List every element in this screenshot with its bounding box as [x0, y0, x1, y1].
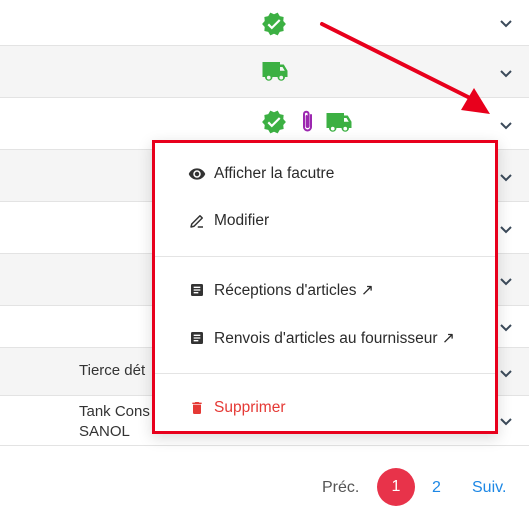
menu-item-label: Renvois d'articles au fournisseur ↗: [214, 329, 455, 347]
expand-row-chevron-icon[interactable]: [497, 116, 515, 134]
menu-item-supplier-returns[interactable]: Renvois d'articles au fournisseur ↗: [188, 323, 485, 353]
pagination: Préc. 1 2 Suiv.: [0, 468, 529, 506]
table-row: [0, 0, 529, 46]
table-row: [0, 46, 529, 98]
pagination-prev[interactable]: Préc.: [322, 470, 359, 506]
expand-row-chevron-icon[interactable]: [497, 272, 515, 290]
trash-icon: [188, 399, 206, 417]
expand-row-chevron-icon[interactable]: [497, 412, 515, 430]
expand-row-chevron-icon[interactable]: [497, 64, 515, 82]
row-description: Tierce dét: [79, 362, 146, 379]
verified-badge-icon: [261, 109, 287, 140]
expand-row-chevron-icon[interactable]: [497, 168, 515, 186]
eye-icon: [188, 165, 206, 183]
document-icon: [188, 281, 206, 299]
paperclip-icon: [298, 108, 318, 141]
pagination-page-2[interactable]: 2: [432, 470, 441, 506]
edit-pen-icon: [188, 212, 206, 230]
truck-icon: [260, 59, 290, 90]
verified-badge-icon: [261, 11, 287, 42]
row-description: Tank Cons SANOL: [79, 403, 150, 440]
menu-item-label: Afficher la facutre: [214, 165, 335, 182]
expand-row-chevron-icon[interactable]: [497, 220, 515, 238]
menu-item-delete[interactable]: Supprimer: [188, 393, 485, 423]
expand-row-chevron-icon[interactable]: [497, 14, 515, 32]
pagination-page-current[interactable]: 1: [377, 468, 415, 506]
menu-item-edit[interactable]: Modifier: [188, 206, 485, 236]
document-icon: [188, 329, 206, 347]
menu-divider: [155, 373, 495, 374]
menu-item-label: Modifier: [214, 212, 270, 229]
menu-divider: [155, 256, 495, 257]
expand-row-chevron-icon[interactable]: [497, 364, 515, 382]
menu-item-label: Supprimer: [214, 399, 286, 416]
pagination-next[interactable]: Suiv.: [472, 470, 506, 506]
menu-item-label: Réceptions d'articles ↗: [214, 281, 374, 299]
row-actions-menu: Afficher la facutre Modifier Réceptions …: [152, 140, 498, 434]
menu-item-view-invoice[interactable]: Afficher la facutre: [188, 159, 485, 189]
menu-item-article-receptions[interactable]: Réceptions d'articles ↗: [188, 275, 485, 305]
expand-row-chevron-icon[interactable]: [497, 318, 515, 336]
truck-icon: [324, 110, 354, 141]
